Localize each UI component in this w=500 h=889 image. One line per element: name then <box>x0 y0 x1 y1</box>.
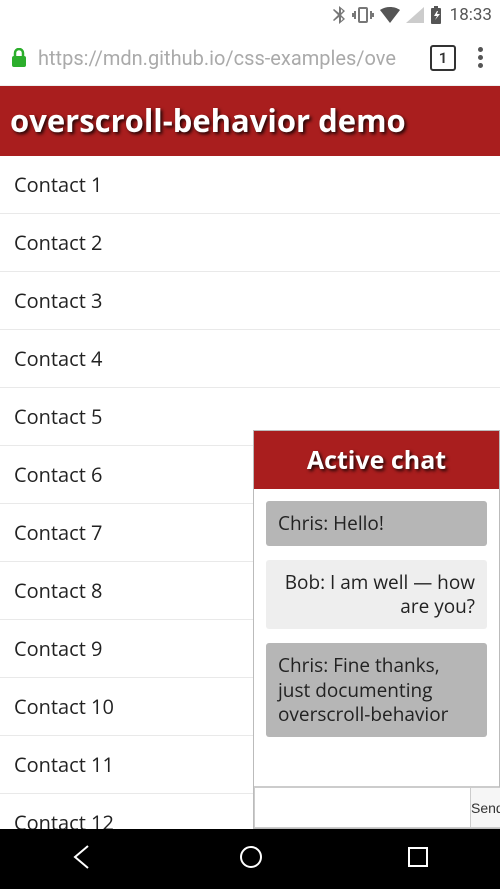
overflow-menu-button[interactable] <box>466 47 494 68</box>
chat-message: Chris: Fine thanks, just documenting ove… <box>266 643 487 737</box>
signal-icon <box>406 7 424 23</box>
back-button[interactable] <box>70 844 96 874</box>
battery-charging-icon <box>430 6 442 24</box>
chat-input[interactable] <box>254 787 470 828</box>
list-item[interactable]: Contact 3 <box>0 272 500 330</box>
chat-message: Chris: Hello! <box>266 501 487 546</box>
page-content: overscroll-behavior demo Contact 1Contac… <box>0 86 500 829</box>
chat-title: Active chat <box>254 431 499 489</box>
chat-panel: Active chat Chris: Hello! Bob: I am well … <box>253 430 500 829</box>
chat-message-list[interactable]: Chris: Hello! Bob: I am well — how are yo… <box>254 489 499 786</box>
home-button[interactable] <box>237 843 265 875</box>
bluetooth-icon <box>332 6 346 24</box>
status-bar: 18:33 <box>0 0 500 30</box>
chat-composer: Send <box>254 786 499 828</box>
list-item[interactable]: Contact 2 <box>0 214 500 272</box>
android-navbar <box>0 829 500 889</box>
recents-button[interactable] <box>406 845 430 873</box>
list-item[interactable]: Contact 4 <box>0 330 500 388</box>
clock-text: 18:33 <box>450 5 492 25</box>
tabs-button[interactable]: 1 <box>430 45 456 71</box>
wifi-icon <box>380 7 400 23</box>
chat-message: Bob: I am well — how are you? <box>266 560 487 629</box>
lock-icon <box>10 48 28 68</box>
list-item[interactable]: Contact 1 <box>0 156 500 214</box>
vibrate-icon <box>352 7 374 23</box>
url-bar[interactable]: https://mdn.github.io/css-examples/ove <box>38 46 420 70</box>
browser-toolbar: https://mdn.github.io/css-examples/ove 1 <box>0 30 500 86</box>
tab-count: 1 <box>439 49 448 67</box>
page-title: overscroll-behavior demo <box>0 86 500 156</box>
send-button[interactable]: Send <box>470 787 500 828</box>
